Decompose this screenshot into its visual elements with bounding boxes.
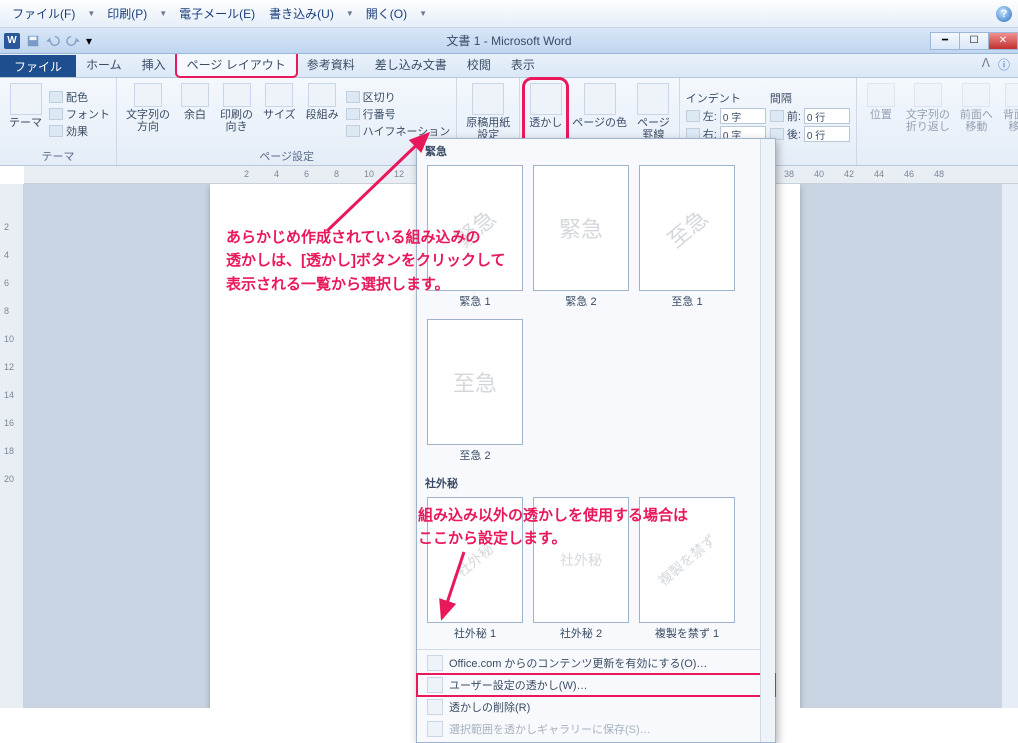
indent-left[interactable]: 0 字	[720, 108, 766, 124]
ribbon-tabs: ファイル ホーム 挿入 ページ レイアウト 参考資料 差し込み文書 校閲 表示 …	[0, 54, 1018, 78]
menu-write[interactable]: 書き込み(U)	[263, 3, 340, 24]
text-direction-button[interactable]: 文字列の 方向	[123, 81, 173, 147]
redo-icon[interactable]	[66, 34, 80, 48]
group-label: テーマ	[6, 147, 110, 164]
title-bar: W ▾ 文書 1 - Microsoft Word ━ ☐ ✕	[0, 28, 1018, 54]
qat-dropdown-icon[interactable]: ▾	[86, 34, 92, 48]
watermark-icon	[427, 677, 443, 693]
help-icon[interactable]: ?	[996, 6, 1012, 22]
ribbon-minimize-icon[interactable]: ᐱ	[982, 56, 990, 73]
tab-mailings[interactable]: 差し込み文書	[365, 52, 457, 77]
maximize-button[interactable]: ☐	[959, 32, 989, 50]
spacing-label: 間隔	[770, 90, 792, 106]
orientation-button[interactable]: 印刷の 向き	[217, 81, 256, 147]
dropdown-icon[interactable]: ▼	[155, 9, 171, 18]
effects-icon	[49, 125, 63, 137]
space-after[interactable]: 0 行	[804, 126, 850, 142]
save-icon[interactable]	[26, 34, 40, 48]
watermark-option[interactable]: 至急至急 1	[639, 165, 735, 309]
close-button[interactable]: ✕	[988, 32, 1018, 50]
ribbon-help-icon[interactable]: ⓘ	[998, 56, 1010, 73]
remove-icon	[427, 699, 443, 715]
space-before-icon	[770, 110, 784, 122]
effects-button[interactable]: 効果	[49, 123, 110, 139]
colors-button[interactable]: 配色	[49, 89, 110, 105]
menu-open[interactable]: 開く(O)	[360, 3, 413, 24]
office-content-enable[interactable]: Office.com からのコンテンツ更新を有効にする(O)…	[417, 652, 775, 674]
tab-review[interactable]: 校閲	[457, 52, 501, 77]
colors-icon	[49, 91, 63, 103]
dropdown-icon[interactable]: ▼	[415, 9, 431, 18]
breaks-button[interactable]: 区切り	[346, 89, 451, 105]
gallery-section-urgent: 緊急	[417, 139, 775, 161]
fonts-button[interactable]: フォント	[49, 106, 110, 122]
send-backward-button: 背面へ 移動	[1000, 81, 1018, 147]
margins-button[interactable]: 余白	[177, 81, 213, 147]
dropdown-icon[interactable]: ▼	[83, 9, 99, 18]
wrap-button: 文字列の 折り返し	[903, 81, 953, 147]
tab-file[interactable]: ファイル	[0, 55, 76, 77]
vertical-ruler[interactable]: 2468101214161820	[0, 184, 24, 708]
save-to-gallery: 選択範囲を透かしギャラリーに保存(S)…	[417, 718, 775, 740]
menu-email[interactable]: 電子メール(E)	[173, 3, 261, 24]
breaks-icon	[346, 91, 360, 103]
left-label: 左:	[703, 108, 717, 124]
tab-page-layout[interactable]: ページ レイアウト	[176, 51, 297, 77]
group-arrange: 位置 文字列の 折り返し 前面へ 移動 背面へ 移動 オブジェクトの 選択と表示…	[857, 78, 1018, 165]
indent-left-icon	[686, 110, 700, 122]
fonts-icon	[49, 108, 63, 120]
gallery-scrollbar[interactable]	[760, 139, 775, 742]
tab-insert[interactable]: 挿入	[132, 52, 176, 77]
custom-watermark[interactable]: ユーザー設定の透かし(W)…	[417, 674, 775, 696]
window-title: 文書 1 - Microsoft Word	[446, 32, 571, 49]
size-button[interactable]: サイズ	[260, 81, 299, 147]
top-menu-bar: ファイル(F)▼ 印刷(P)▼ 電子メール(E) 書き込み(U)▼ 開く(O)▼…	[0, 0, 1018, 28]
word-icon: W	[4, 33, 20, 49]
gallery-section-confidential: 社外秘	[417, 471, 775, 493]
themes-button[interactable]: テーマ	[6, 81, 45, 147]
undo-icon[interactable]	[46, 34, 60, 48]
menu-print[interactable]: 印刷(P)	[101, 3, 153, 24]
annotation-custom: 組み込み以外の透かしを使用する場合は ここから設定します。	[418, 504, 688, 551]
line-numbers-button[interactable]: 行番号	[346, 106, 451, 122]
watermark-option[interactable]: 至急至急 2	[427, 319, 523, 463]
annotation-built-in: あらかじめ作成されている組み込みの 透かしは、[透かし]ボタンをクリックして 表…	[226, 226, 506, 296]
vertical-scrollbar[interactable]	[1001, 184, 1018, 708]
line-num-icon	[346, 108, 360, 120]
window-buttons: ━ ☐ ✕	[931, 32, 1018, 50]
before-label: 前:	[787, 108, 801, 124]
position-button: 位置	[863, 81, 899, 147]
group-label: 配置	[863, 147, 1018, 164]
globe-icon	[427, 655, 443, 671]
space-before[interactable]: 0 行	[804, 108, 850, 124]
bring-forward-button: 前面へ 移動	[957, 81, 996, 147]
watermark-option[interactable]: 緊急緊急 2	[533, 165, 629, 309]
tab-view[interactable]: 表示	[501, 52, 545, 77]
tab-home[interactable]: ホーム	[76, 52, 132, 77]
minimize-button[interactable]: ━	[930, 32, 960, 50]
dropdown-icon[interactable]: ▼	[342, 9, 358, 18]
after-label: 後:	[787, 126, 801, 142]
indent-label: インデント	[686, 90, 741, 106]
menu-file[interactable]: ファイル(F)	[6, 3, 81, 24]
save-icon	[427, 721, 443, 737]
group-theme: テーマ 配色 フォント 効果 テーマ	[0, 78, 117, 165]
quick-access-toolbar: ▾	[26, 34, 92, 48]
tab-references[interactable]: 参考資料	[297, 52, 365, 77]
remove-watermark[interactable]: 透かしの削除(R)	[417, 696, 775, 718]
